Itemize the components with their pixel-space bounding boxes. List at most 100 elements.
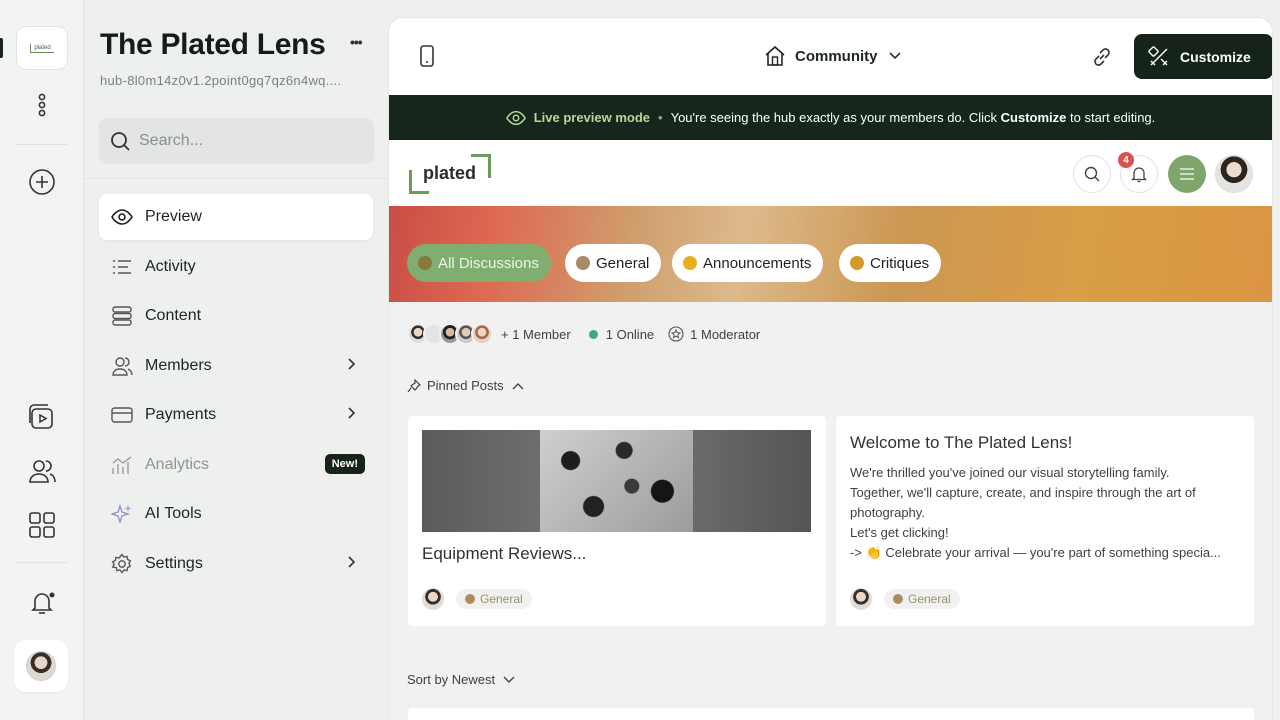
menu-button[interactable] xyxy=(1168,155,1206,193)
excerpt-line: photography. xyxy=(850,505,925,520)
live-preview-label: Live preview mode xyxy=(533,110,651,125)
link-icon[interactable] xyxy=(1091,46,1113,73)
star-badge-icon xyxy=(668,326,684,342)
nav-label: Members xyxy=(145,357,212,374)
hub-logo-button[interactable]: plated xyxy=(16,26,68,70)
member-count[interactable]: + 1 Member xyxy=(501,327,571,342)
post-card[interactable] xyxy=(408,708,1254,720)
user-avatar-button[interactable] xyxy=(14,640,68,692)
notification-count-badge: 4 xyxy=(1118,152,1134,168)
chevron-right-icon xyxy=(348,358,356,370)
people-icon[interactable] xyxy=(22,451,62,491)
community-selector[interactable]: Community xyxy=(764,45,902,67)
chip-critiques[interactable]: Critiques xyxy=(839,244,942,282)
hub-options-button[interactable]: ••• xyxy=(350,34,363,50)
sparkle-icon xyxy=(111,503,133,525)
pinned-post-card[interactable]: Welcome to The Plated Lens! We're thrill… xyxy=(836,416,1254,626)
search-placeholder: Search... xyxy=(139,132,204,149)
customize-button[interactable]: Customize xyxy=(1134,34,1272,79)
pinned-label: Pinned Posts xyxy=(427,378,504,393)
mobile-device-icon[interactable] xyxy=(417,45,437,72)
preview-toolbar: Community Customize xyxy=(389,18,1272,95)
home-icon xyxy=(765,45,785,66)
nav-ai-tools[interactable]: AI Tools xyxy=(99,491,373,537)
excerpt-line: Let's get clicking! xyxy=(850,525,949,540)
post-title: Equipment Reviews... xyxy=(422,544,587,563)
chip-all-discussions[interactable]: All Discussions xyxy=(407,244,551,282)
nav-analytics[interactable]: Analytics New! xyxy=(99,442,373,488)
chevron-down-icon xyxy=(503,676,515,683)
pin-icon xyxy=(407,378,421,392)
chevron-right-icon xyxy=(348,556,356,568)
avatar xyxy=(26,651,56,681)
search-icon xyxy=(111,132,130,151)
moderator-count: 1 Moderator xyxy=(690,326,761,342)
post-title: Welcome to The Plated Lens! xyxy=(850,433,1073,452)
excerpt-line: -> 👏 Celebrate your arrival — you're par… xyxy=(850,545,1221,560)
users-icon xyxy=(111,355,133,377)
member-avatar[interactable] xyxy=(471,323,493,345)
category-tag[interactable]: General xyxy=(884,589,960,609)
online-indicator xyxy=(588,329,598,339)
nav-payments[interactable]: Payments xyxy=(99,392,373,438)
video-icon[interactable] xyxy=(22,397,62,437)
nav-label: Activity xyxy=(145,258,196,275)
grid-icon[interactable] xyxy=(22,505,62,545)
nav-label: AI Tools xyxy=(145,505,202,522)
live-preview-banner: Live preview mode • You're seeing the hu… xyxy=(389,95,1272,140)
nav-label: Settings xyxy=(145,555,203,572)
rail-divider xyxy=(16,562,68,563)
sidebar-divider xyxy=(84,178,388,179)
pinned-posts-toggle[interactable]: Pinned Posts xyxy=(407,378,524,393)
nav-activity[interactable]: Activity xyxy=(99,244,373,290)
sort-label: Sort by Newest xyxy=(407,672,496,687)
nav-label: Content xyxy=(145,307,202,324)
sort-dropdown[interactable]: Sort by Newest xyxy=(407,672,515,687)
eye-icon xyxy=(111,206,133,228)
author-avatar[interactable] xyxy=(422,588,444,610)
banner-text: You're seeing the hub exactly as your me… xyxy=(670,110,1001,125)
plated-logo[interactable]: plated xyxy=(409,154,491,194)
nav-preview[interactable]: Preview xyxy=(99,194,373,240)
new-badge: New! xyxy=(324,454,365,474)
hub-search-button[interactable] xyxy=(1073,155,1111,193)
bell-icon xyxy=(1130,167,1148,183)
chip-emoji-icon xyxy=(683,256,697,270)
notification-bell-icon[interactable] xyxy=(22,582,62,622)
excerpt-line: Together, we'll capture, create, and ins… xyxy=(850,485,1196,500)
nav-label: Analytics xyxy=(145,456,210,473)
add-hub-icon[interactable] xyxy=(22,162,62,202)
app-rail: plated xyxy=(0,0,84,720)
card-icon xyxy=(111,404,133,426)
pinned-post-card[interactable]: Equipment Reviews... General xyxy=(408,416,826,626)
eye-icon xyxy=(505,110,526,125)
hub-header: plated 4 xyxy=(389,140,1272,206)
banner-text-end: to start editing. xyxy=(1066,110,1156,125)
tag-emoji-icon xyxy=(465,594,475,604)
nav-members[interactable]: Members xyxy=(99,343,373,389)
tag-emoji-icon xyxy=(893,594,903,604)
chip-emoji-icon xyxy=(418,256,432,270)
post-excerpt: We're thrilled you've joined our visual … xyxy=(850,463,1245,563)
excerpt-line: We're thrilled you've joined our visual … xyxy=(850,465,1170,480)
tag-label: General xyxy=(480,592,523,606)
nav-content[interactable]: Content xyxy=(99,293,373,339)
chip-announcements[interactable]: Announcements xyxy=(672,244,824,282)
gear-icon xyxy=(111,553,133,575)
active-marker xyxy=(0,38,3,58)
hub-id: hub-8l0m14z0v1.2point0gq7qz6n4wq.... xyxy=(100,73,342,88)
search-input[interactable]: Search... xyxy=(99,118,374,164)
hamburger-icon xyxy=(1180,168,1194,180)
nav-settings[interactable]: Settings xyxy=(99,541,373,587)
hub-sidebar: The Plated Lens ••• hub-8l0m14z0v1.2poin… xyxy=(84,0,388,720)
tag-label: General xyxy=(908,592,951,606)
chevron-down-icon xyxy=(888,52,901,60)
chip-general[interactable]: General xyxy=(565,244,662,282)
category-tag[interactable]: General xyxy=(456,589,532,609)
hub-user-avatar[interactable] xyxy=(1215,155,1253,193)
author-avatar[interactable] xyxy=(850,588,872,610)
chevron-right-icon xyxy=(348,407,356,419)
more-vertical-icon[interactable] xyxy=(22,85,62,125)
search-icon xyxy=(1084,166,1100,182)
chip-label: General xyxy=(596,254,650,272)
